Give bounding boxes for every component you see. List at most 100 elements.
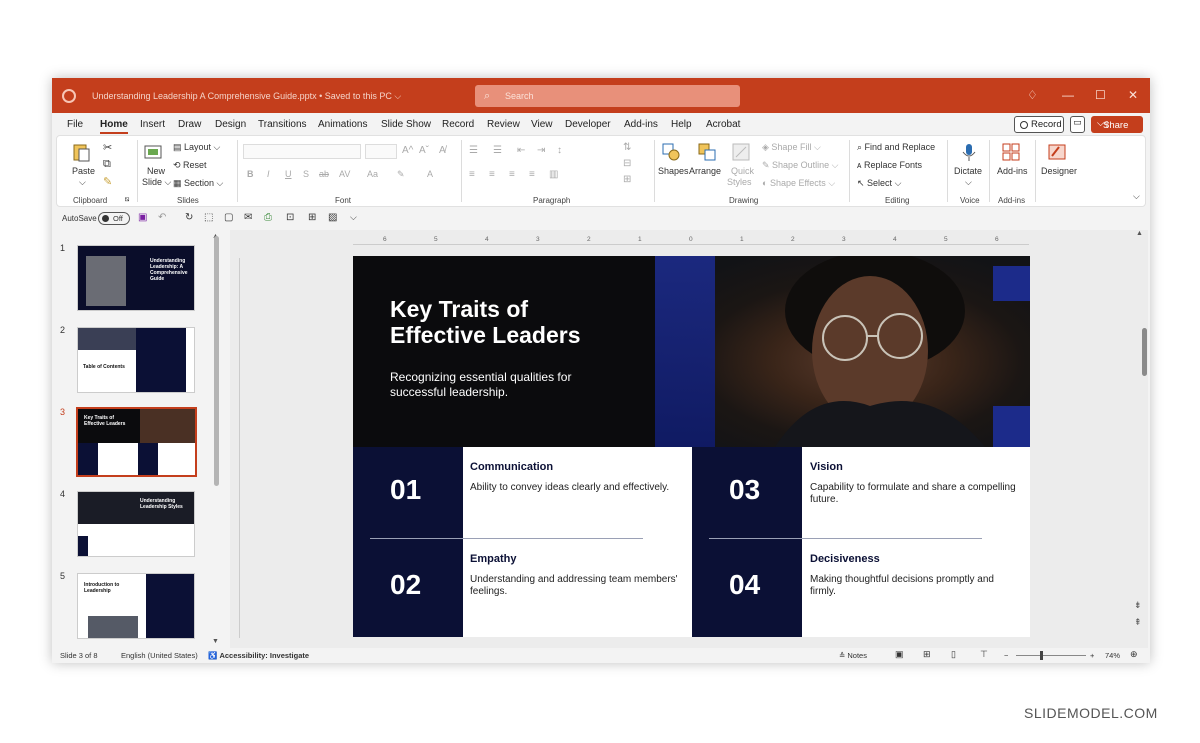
slide-title[interactable]: Key Traits of Effective Leaders xyxy=(390,296,660,348)
change-case-icon[interactable]: Aa xyxy=(367,169,378,179)
columns-icon[interactable]: ▥ xyxy=(549,169,558,180)
zoom-slider-thumb[interactable] xyxy=(1040,651,1043,660)
strikethrough-icon[interactable]: ab xyxy=(319,169,329,179)
align-text-icon[interactable]: ⊟ xyxy=(623,158,631,169)
trait-description[interactable]: Making thoughtful decisions promptly and… xyxy=(810,574,1010,598)
trait-description[interactable]: Ability to convey ideas clearly and effe… xyxy=(470,482,680,494)
shadow-icon[interactable]: S xyxy=(303,169,309,179)
customize-qat-icon[interactable]: ⌵ xyxy=(350,212,357,223)
clear-format-icon[interactable]: A̸ xyxy=(439,145,446,156)
close-button[interactable]: ✕ xyxy=(1128,88,1138,102)
tab-view[interactable]: View xyxy=(531,119,553,130)
trait-description[interactable]: Capability to formulate and share a comp… xyxy=(810,482,1020,506)
decrease-indent-icon[interactable]: ⇤ xyxy=(517,145,525,156)
select-button[interactable]: ↖ Select ⌵ xyxy=(857,178,901,189)
numbering-icon[interactable]: ☰ xyxy=(493,145,502,156)
trait-title[interactable]: Vision xyxy=(810,461,843,473)
font-family-combo[interactable] xyxy=(243,144,361,159)
open-icon[interactable]: ⬚ xyxy=(204,212,213,223)
trait-title[interactable]: Decisiveness xyxy=(810,553,880,565)
tab-draw[interactable]: Draw xyxy=(178,119,201,130)
underline-icon[interactable]: U xyxy=(285,169,292,179)
dictate-button[interactable]: Dictate xyxy=(954,166,982,176)
tab-review[interactable]: Review xyxy=(487,119,520,130)
tab-design[interactable]: Design xyxy=(215,119,246,130)
email-icon[interactable]: ✉ xyxy=(244,212,252,223)
bold-icon[interactable]: B xyxy=(247,169,254,179)
slide-subtitle[interactable]: Recognizing essential qualities for succ… xyxy=(390,370,620,400)
zoom-out-icon[interactable]: − xyxy=(1004,651,1008,660)
tab-developer[interactable]: Developer xyxy=(565,119,611,130)
table-icon[interactable]: ⊞ xyxy=(308,212,316,223)
increase-indent-icon[interactable]: ⇥ xyxy=(537,145,545,156)
tab-insert[interactable]: Insert xyxy=(140,119,165,130)
align-left-icon[interactable]: ≡ xyxy=(469,169,475,180)
designer-button[interactable]: Designer xyxy=(1041,166,1077,176)
thumbnail-slide-2[interactable]: Table of Contents xyxy=(77,327,195,393)
smartart-icon[interactable]: ⊞ xyxy=(623,174,631,185)
shape-outline-button[interactable]: ✎ Shape Outline ⌵ xyxy=(762,160,838,171)
save-icon[interactable]: ▣ xyxy=(138,212,147,223)
arrange-button[interactable]: Arrange xyxy=(689,166,721,176)
section-button[interactable]: ▦ Section ⌵ xyxy=(173,178,223,189)
layout-button[interactable]: ▤ Layout ⌵ xyxy=(173,142,220,153)
clipboard-launcher-icon[interactable]: ⧅ xyxy=(125,196,129,204)
cut-icon[interactable]: ✂ xyxy=(103,141,112,154)
dictate-dropdown[interactable]: ⌵ xyxy=(965,177,972,188)
highlight-icon[interactable]: ✎ xyxy=(397,169,405,180)
shape-effects-button[interactable]: ◐ Shape Effects ⌵ xyxy=(762,178,835,189)
italic-icon[interactable]: I xyxy=(267,169,270,179)
new-icon[interactable]: ▢ xyxy=(224,212,233,223)
comments-button[interactable]: ▭ xyxy=(1070,116,1085,133)
tab-add-ins[interactable]: Add-ins xyxy=(624,119,658,130)
font-color-icon[interactable]: A xyxy=(427,169,433,179)
slide-sorter-icon[interactable]: ⊞ xyxy=(923,649,931,660)
copy-icon[interactable]: ⧉ xyxy=(103,158,111,171)
document-title[interactable]: Understanding Leadership A Comprehensive… xyxy=(92,91,401,102)
add-ins-button[interactable]: Add-ins xyxy=(997,166,1028,176)
char-spacing-icon[interactable]: AV xyxy=(339,169,350,179)
print-icon[interactable]: ⎙ xyxy=(264,212,272,223)
fit-to-window-icon[interactable]: ⊕ xyxy=(1130,649,1138,660)
tab-slide-show[interactable]: Slide Show xyxy=(381,119,431,130)
find-replace-button[interactable]: ⌕ Find and Replace xyxy=(857,142,935,153)
quick-styles-button[interactable]: Quick xyxy=(731,166,754,176)
editor-scrollbar[interactable] xyxy=(1142,328,1147,376)
replace-fonts-button[interactable]: ᴀ Replace Fonts xyxy=(857,160,922,170)
scroll-up-icon[interactable]: ▲ xyxy=(1136,230,1143,237)
undo-icon[interactable]: ↶ xyxy=(158,212,166,223)
tab-help[interactable]: Help xyxy=(671,119,692,130)
tab-transitions[interactable]: Transitions xyxy=(258,119,307,130)
thumbnails-scrollbar[interactable] xyxy=(214,236,219,486)
tab-home[interactable]: Home xyxy=(100,119,128,134)
zoom-slider[interactable] xyxy=(1016,655,1086,656)
paste-button[interactable]: Paste xyxy=(72,166,95,176)
paste-dropdown[interactable]: ⌵ xyxy=(79,177,86,188)
zoom-in-icon[interactable]: + xyxy=(1090,651,1094,660)
align-right-icon[interactable]: ≡ xyxy=(509,169,515,180)
record-button[interactable]: Record xyxy=(1014,116,1064,133)
font-size-combo[interactable] xyxy=(365,144,397,159)
increase-font-icon[interactable]: A^ xyxy=(402,145,413,156)
format-painter-icon[interactable]: ✎ xyxy=(103,175,112,188)
new-slide-label[interactable]: Slide ⌵ xyxy=(142,177,171,188)
language-indicator[interactable]: English (United States) xyxy=(121,651,198,660)
tab-file[interactable]: File xyxy=(67,119,83,130)
accessibility-checker[interactable]: ♿ Accessibility: Investigate xyxy=(208,651,309,660)
line-spacing-icon[interactable]: ↕ xyxy=(557,145,562,156)
slideshow-view-icon[interactable]: ⊤ xyxy=(980,649,988,660)
lightbulb-icon[interactable]: ♢ xyxy=(1027,88,1038,102)
justify-icon[interactable]: ≡ xyxy=(529,169,535,180)
tab-record[interactable]: Record xyxy=(442,119,474,130)
trait-title[interactable]: Communication xyxy=(470,461,553,473)
notes-button[interactable]: ≙ Notes xyxy=(839,651,867,660)
zoom-level[interactable]: 74% xyxy=(1105,651,1120,660)
text-direction-icon[interactable]: ⇅ xyxy=(623,142,631,153)
next-slide-icon[interactable]: ⇟ xyxy=(1134,600,1142,611)
search-box[interactable]: ⌕ Search xyxy=(475,85,740,107)
scroll-down-icon[interactable]: ▼ xyxy=(212,638,219,645)
tab-animations[interactable]: Animations xyxy=(318,119,367,130)
trait-title[interactable]: Empathy xyxy=(470,553,516,565)
trait-description[interactable]: Understanding and addressing team member… xyxy=(470,574,685,598)
thumbnail-slide-4[interactable]: Understanding Leadership Styles xyxy=(77,491,195,557)
